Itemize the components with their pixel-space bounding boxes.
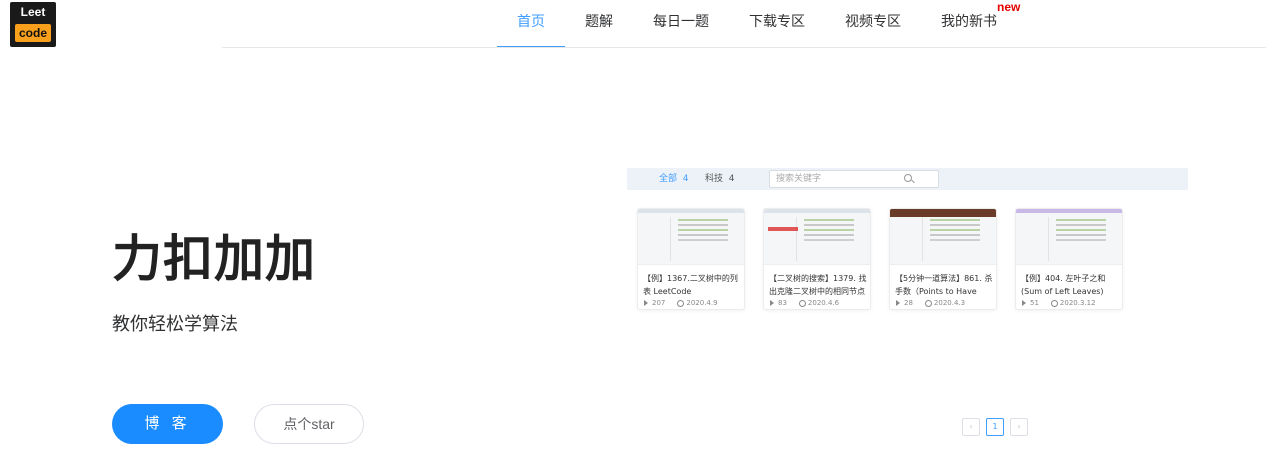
hero-subtitle: 教你轻松学算法 — [112, 314, 238, 335]
card-thumbnail — [638, 209, 744, 265]
card-thumbnail — [890, 209, 996, 265]
preview-tab-tech: 科技 4 — [705, 174, 735, 184]
card-title: 【二叉树的搜索】1379. 找出克隆二叉树中的相同节点 — [769, 274, 867, 296]
preview-search-placeholder: 搜索关键字 — [776, 174, 822, 184]
blog-button[interactable]: 博 客 — [112, 404, 223, 444]
card-thumbnail — [1016, 209, 1122, 265]
preview-card: 【5分钟一道算法】861. 杀手数（Points to Have People）… — [889, 208, 997, 310]
nav-divider — [222, 47, 1266, 48]
preview-card: 【二叉树的搜索】1379. 找出克隆二叉树中的相同节点 83 2020.4.6 — [763, 208, 871, 310]
new-badge: new — [997, 0, 1021, 14]
clock-icon — [798, 299, 806, 307]
hero-title: 力扣加加 — [112, 230, 316, 288]
card-title: 【5分钟一道算法】861. 杀手数（Points to Have People） — [895, 274, 993, 296]
card-meta: 207 2020.4.9 — [644, 299, 718, 308]
clock-icon — [924, 299, 932, 307]
pager-prev: ‹ — [962, 418, 980, 436]
clock-icon — [1050, 299, 1058, 307]
nav-item-solutions[interactable]: 题解 — [576, 0, 622, 47]
card-thumbnail — [764, 209, 870, 265]
nav-item-new-book[interactable]: 我的新书 — [933, 0, 1005, 47]
card-title: 【例】404. 左叶子之和 (Sum of Left Leaves) LeetC… — [1021, 274, 1106, 296]
play-icon — [770, 300, 774, 306]
pager-next: › — [1010, 418, 1028, 436]
nav-item-downloads[interactable]: 下载专区 — [741, 0, 813, 47]
logo-text-top: Leet — [20, 5, 46, 19]
search-icon — [904, 174, 912, 182]
preview-tab-all: 全部 4 — [659, 174, 689, 184]
card-meta: 51 2020.3.12 — [1022, 299, 1096, 308]
pager-current: 1 — [986, 418, 1004, 436]
play-icon — [896, 300, 900, 306]
preview-card: 【例】404. 左叶子之和 (Sum of Left Leaves) LeetC… — [1015, 208, 1123, 310]
card-meta: 28 2020.4.3 — [896, 299, 965, 308]
card-title: 【例】1367.二叉树中的列表 LeetCode — [643, 274, 738, 296]
star-button[interactable]: 点个star — [254, 404, 364, 444]
card-meta: 83 2020.4.6 — [770, 299, 839, 308]
nav-item-daily[interactable]: 每日一题 — [645, 0, 717, 47]
preview-filter-bar: 全部 4 科技 4 搜索关键字 — [627, 168, 1188, 190]
play-icon — [644, 300, 648, 306]
nav-item-home[interactable]: 首页 — [497, 0, 565, 48]
blog-preview-image: 全部 4 科技 4 搜索关键字 【例】1367.二叉树中的列表 LeetCode… — [626, 167, 1188, 317]
play-icon — [1022, 300, 1026, 306]
clock-icon — [677, 299, 685, 307]
logo-text-bottom: code — [15, 24, 51, 42]
preview-card: 【例】1367.二叉树中的列表 LeetCode 207 2020.4.9 — [637, 208, 745, 310]
nav-item-videos[interactable]: 视频专区 — [837, 0, 909, 47]
leetcode-logo[interactable]: Leet code — [10, 2, 56, 47]
preview-search-box: 搜索关键字 — [769, 170, 939, 188]
